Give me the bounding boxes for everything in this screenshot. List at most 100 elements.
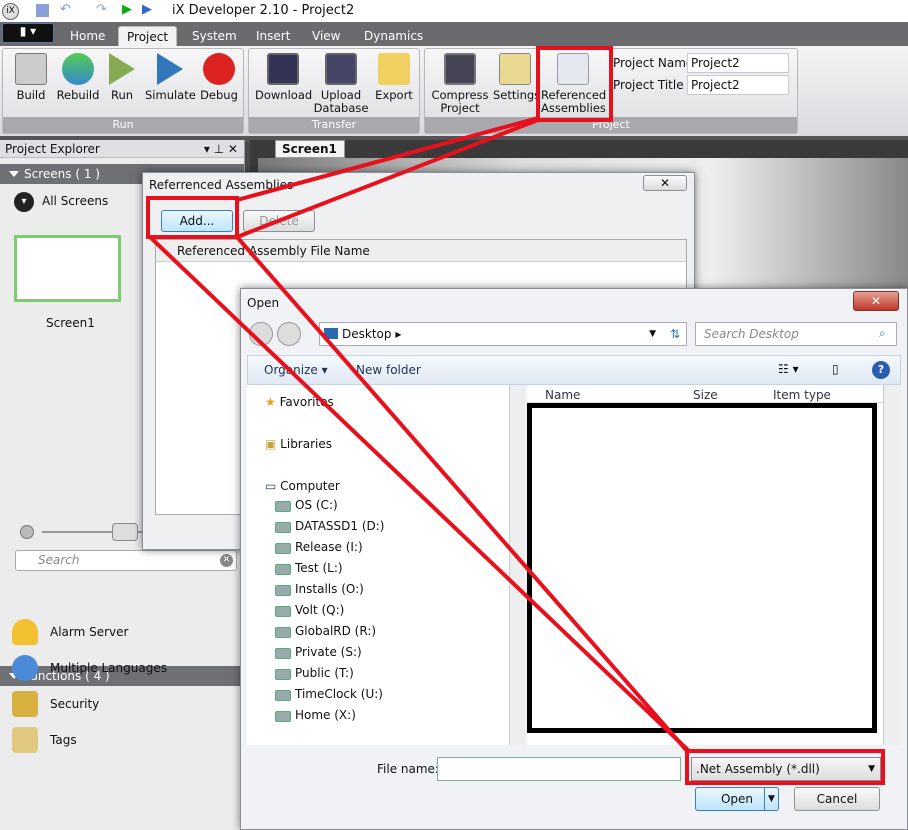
- close-button[interactable]: ✕: [643, 175, 687, 191]
- address-bar[interactable]: Desktop ▸ ▼ ⇅: [319, 322, 687, 346]
- address-dropdown-icon[interactable]: ▼: [649, 323, 656, 345]
- undo-icon[interactable]: ↶: [60, 2, 71, 17]
- drive-item[interactable]: Release (I:): [265, 537, 505, 558]
- nav-favorites[interactable]: ★ Favorites: [265, 395, 334, 409]
- project-title-label: Project Title: [613, 78, 684, 92]
- refresh-icon[interactable]: ⇅: [670, 323, 680, 345]
- drive-item[interactable]: OS (C:): [265, 495, 505, 516]
- settings-button[interactable]: Settings: [493, 53, 540, 102]
- tab-system[interactable]: System: [184, 26, 245, 46]
- run-button[interactable]: Run: [107, 53, 137, 102]
- export-folder-icon: [378, 53, 410, 85]
- tab-home[interactable]: Home: [62, 26, 113, 46]
- column-size[interactable]: Size: [693, 388, 718, 402]
- ribbon-tabs: ▮ ▾ Home Project System Insert View Dyna…: [0, 22, 908, 46]
- tags-icon: [12, 727, 38, 753]
- search-desktop-input[interactable]: Search Desktop: [695, 322, 897, 346]
- redo-icon[interactable]: ↷: [96, 2, 107, 17]
- open-button[interactable]: Open ▼: [695, 787, 779, 811]
- explorer-header: Project Explorer ▾ ⊥ ✕: [0, 140, 244, 158]
- globe-icon: [12, 655, 38, 681]
- referenced-assemblies-button[interactable]: Referenced Assemblies: [541, 53, 606, 115]
- star-icon: ★: [265, 395, 276, 409]
- drive-item[interactable]: Test (L:): [265, 558, 505, 579]
- file-list-scrollbar[interactable]: [883, 385, 901, 745]
- close-dialog-button[interactable]: ✕: [853, 291, 899, 311]
- drive-item[interactable]: Home (X:): [265, 705, 505, 726]
- tab-dynamics[interactable]: Dynamics: [356, 26, 431, 46]
- tab-view[interactable]: View: [304, 26, 348, 46]
- drive-item[interactable]: Installs (O:): [265, 579, 505, 600]
- preview-pane-icon[interactable]: ▯: [832, 362, 839, 376]
- drive-item[interactable]: TimeClock (U:): [265, 684, 505, 705]
- tab-screen1[interactable]: Screen1 ✕: [275, 140, 345, 172]
- column-item-type[interactable]: Item type: [773, 388, 831, 402]
- navigation-pane: ★ Favorites ▣ Libraries ▭ Computer OS (C…: [247, 385, 525, 745]
- drive-item[interactable]: Volt (Q:): [265, 600, 505, 621]
- command-bar: Organize ▾ New folder ☷ ▾ ▯ ?: [247, 355, 901, 385]
- function-security[interactable]: Security: [0, 686, 245, 722]
- nav-computer[interactable]: ▭ Computer: [265, 479, 340, 493]
- window-title: iX Developer 2.10 - Project2: [172, 3, 355, 18]
- compress-project-button[interactable]: Compress Project: [431, 53, 489, 115]
- file-list[interactable]: Name Size Item type: [527, 385, 901, 745]
- zoom-out-icon[interactable]: [20, 525, 34, 539]
- function-tags[interactable]: Tags: [0, 722, 245, 758]
- help-icon[interactable]: ?: [872, 361, 890, 379]
- search-icon[interactable]: ⌕: [879, 326, 886, 341]
- cancel-button[interactable]: Cancel: [794, 787, 880, 811]
- new-folder-button[interactable]: New folder: [356, 363, 421, 377]
- open-split-dropdown-icon[interactable]: ▼: [764, 788, 778, 810]
- upload-database-button[interactable]: Upload Database: [313, 53, 369, 115]
- group-transfer: Download Upload Database Export Transfer: [248, 48, 420, 134]
- run-icon[interactable]: ▶: [122, 2, 132, 17]
- function-multiple-languages[interactable]: Multiple Languages: [0, 650, 245, 686]
- build-button[interactable]: Build: [13, 53, 49, 102]
- bell-icon: [12, 619, 38, 645]
- screen-thumbnail[interactable]: [14, 235, 121, 302]
- column-header-file-name[interactable]: Referenced Assembly File Name: [156, 240, 686, 262]
- zoom-slider-thumb[interactable]: [112, 523, 138, 541]
- forward-button[interactable]: [277, 322, 301, 346]
- nav-scrollbar[interactable]: [509, 385, 525, 745]
- project-title-input[interactable]: Project2: [687, 75, 789, 95]
- app-logo-icon[interactable]: iX: [2, 3, 19, 20]
- tab-project[interactable]: Project: [118, 26, 178, 46]
- drive-item[interactable]: Private (S:): [265, 642, 505, 663]
- rebuild-button[interactable]: Rebuild: [53, 53, 103, 102]
- save-icon[interactable]: [36, 4, 49, 17]
- drive-item[interactable]: Public (T:): [265, 663, 505, 684]
- organize-button[interactable]: Organize ▾: [264, 363, 328, 377]
- play-icon: [109, 53, 135, 85]
- file-type-select[interactable]: .Net Assembly (*.dll) ▼: [691, 757, 881, 781]
- file-name-input[interactable]: [437, 757, 681, 781]
- clear-search-icon[interactable]: ✕: [220, 554, 233, 567]
- drive-list: OS (C:) DATASSD1 (D:) Release (I:) Test …: [265, 495, 505, 726]
- download-button[interactable]: Download: [255, 53, 312, 102]
- drive-item[interactable]: DATASSD1 (D:): [265, 516, 505, 537]
- file-menu-button[interactable]: ▮ ▾: [2, 23, 54, 43]
- simulate-button[interactable]: Simulate: [145, 53, 196, 102]
- pin-icon[interactable]: ▾ ⊥ ✕: [204, 140, 244, 158]
- compress-icon: [444, 53, 476, 85]
- screens-search-input[interactable]: Search: [15, 550, 237, 571]
- export-button[interactable]: Export: [373, 53, 415, 102]
- download-icon: [267, 53, 299, 85]
- drive-item[interactable]: GlobalRD (R:): [265, 621, 505, 642]
- back-button[interactable]: [249, 322, 273, 346]
- delete-button[interactable]: Delete: [243, 210, 315, 232]
- open-dialog-title: Open: [247, 296, 280, 310]
- function-alarm-server[interactable]: Alarm Server: [0, 614, 245, 650]
- tab-insert[interactable]: Insert: [248, 26, 298, 46]
- project-name-label: Project Name: [613, 56, 694, 70]
- project-name-input[interactable]: Project2: [687, 53, 789, 73]
- column-name[interactable]: Name: [545, 388, 580, 402]
- simulate-icon[interactable]: ▶: [142, 2, 152, 17]
- view-options-icon[interactable]: ☷ ▾: [778, 362, 799, 376]
- build-icon: [15, 53, 47, 85]
- title-bar: iX ↶ ↷ ▶ ▶ iX Developer 2.10 - Project2: [0, 0, 908, 22]
- add-button[interactable]: Add...: [161, 210, 233, 232]
- debug-button[interactable]: Debug: [199, 53, 239, 102]
- nav-libraries[interactable]: ▣ Libraries: [265, 437, 332, 451]
- upload-database-icon: [325, 53, 357, 85]
